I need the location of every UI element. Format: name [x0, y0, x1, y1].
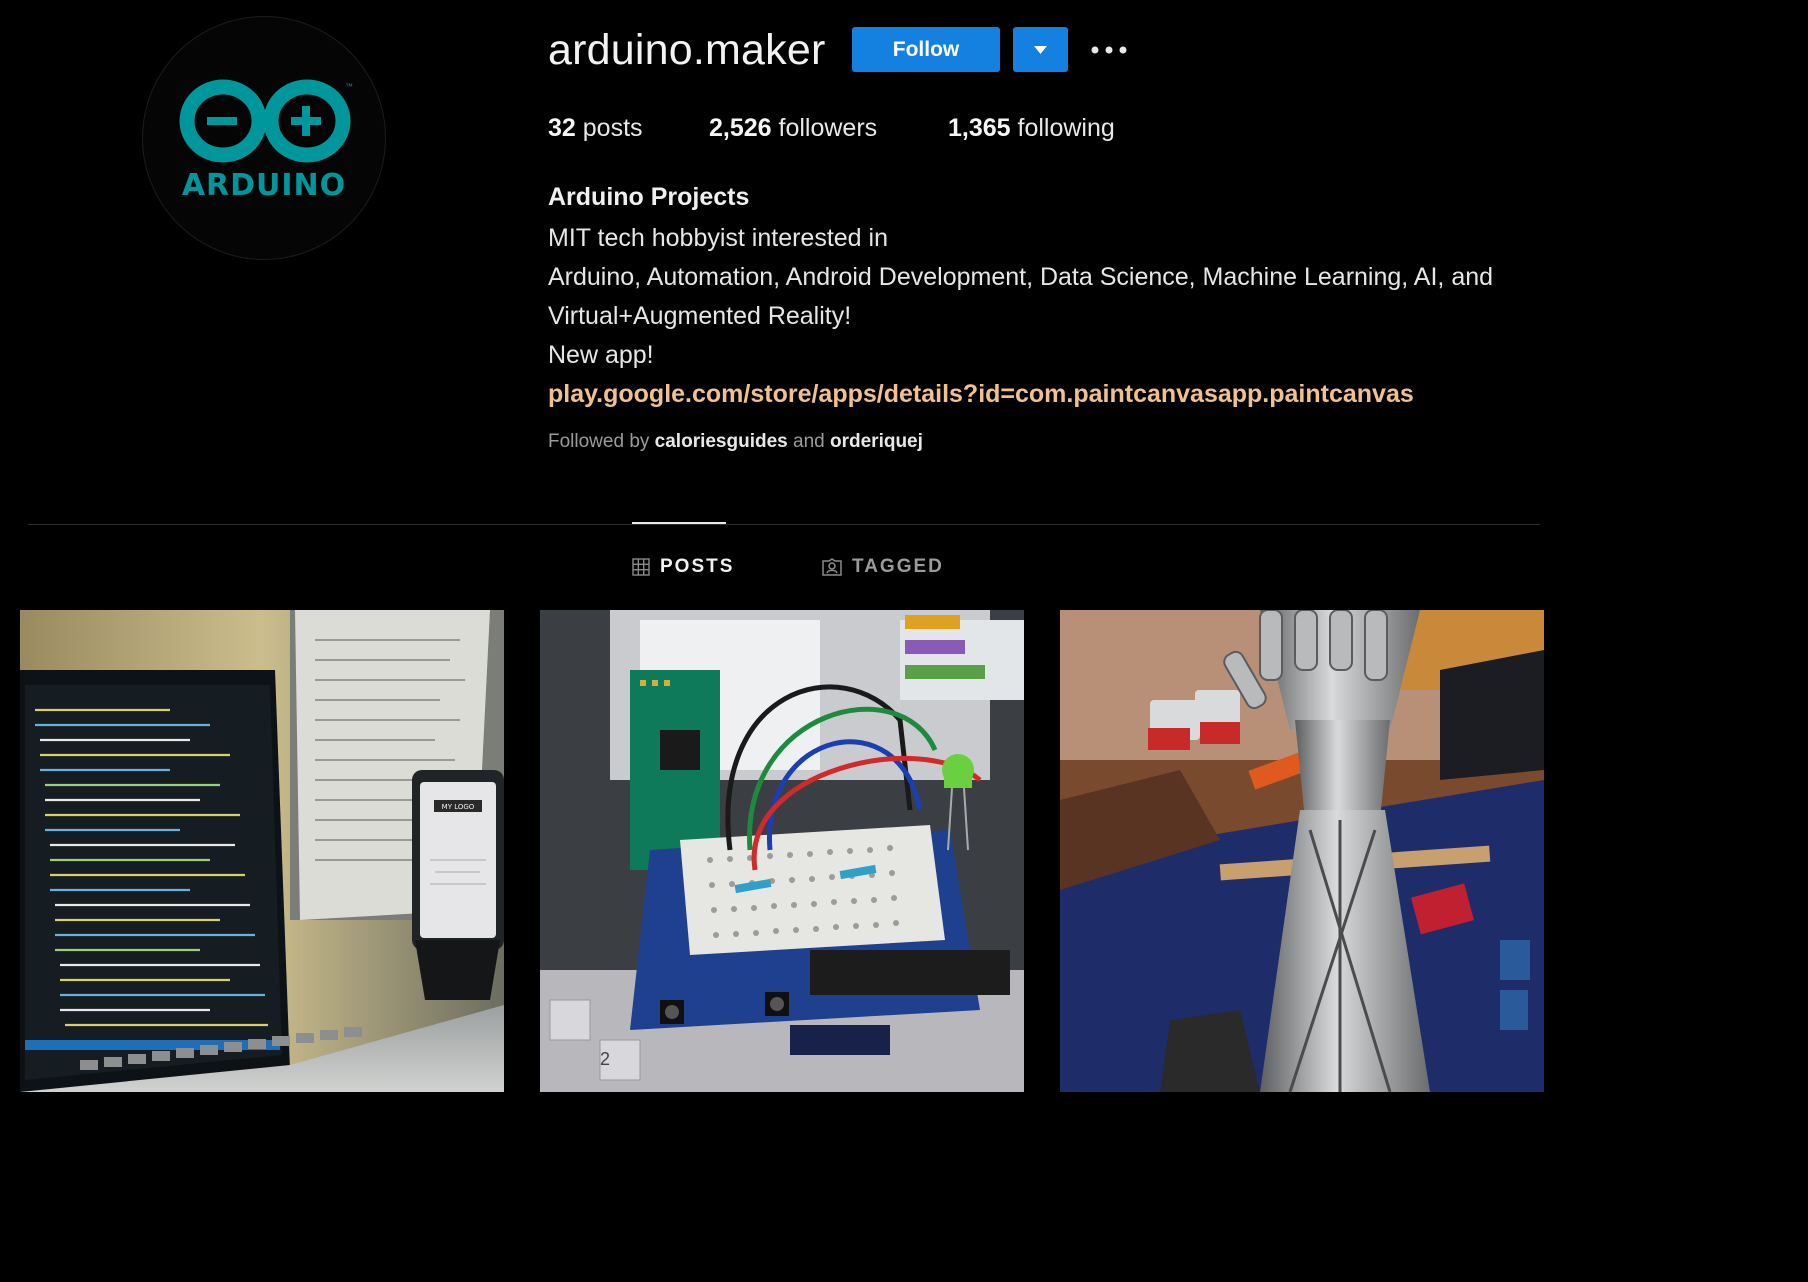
followed-by-text: Followed by caloriesguides and orderique…	[548, 431, 923, 453]
svg-text:2: 2	[600, 1049, 610, 1069]
followers-stat[interactable]: 2,526 followers	[709, 114, 877, 143]
following-stat[interactable]: 1,365 following	[948, 114, 1115, 143]
bio-line: Arduino, Automation, Android Development…	[548, 263, 1494, 291]
more-options-button[interactable]	[1088, 30, 1130, 70]
avatar-logo-text: ARDUINO	[182, 168, 346, 203]
mutual-follower-link[interactable]: caloriesguides	[655, 431, 788, 452]
post-image-circuit: 2	[540, 610, 1024, 1092]
follow-button[interactable]: Follow	[852, 27, 1000, 72]
bio-line: MIT tech hobbyist interested in	[548, 224, 888, 252]
tagged-icon	[822, 558, 842, 576]
suggestions-dropdown-button[interactable]	[1013, 27, 1068, 72]
followed-by-joiner: and	[793, 431, 825, 452]
followers-label: followers	[778, 114, 878, 142]
posts-label: posts	[582, 114, 643, 142]
following-count: 1,365	[948, 114, 1011, 142]
bio-line: Virtual+Augmented Reality!	[548, 302, 852, 330]
tab-tagged[interactable]: TAGGED	[822, 556, 944, 578]
tab-tagged-label: TAGGED	[852, 556, 944, 577]
bio-external-link[interactable]: play.google.com/store/apps/details?id=co…	[548, 375, 1558, 414]
active-tab-indicator	[632, 522, 726, 524]
profile-bio: Arduino Projects MIT tech hobbyist inter…	[548, 180, 1558, 414]
tab-posts-label: POSTS	[660, 556, 735, 577]
tabs-divider	[28, 524, 1540, 525]
followers-count: 2,526	[709, 114, 772, 142]
posts-stat: 32 posts	[548, 114, 643, 143]
posts-count: 32	[548, 114, 576, 142]
profile-username: arduino.maker	[548, 26, 826, 74]
mutual-follower-link[interactable]: orderiquej	[830, 431, 923, 452]
avatar[interactable]: ™ ARDUINO	[142, 16, 386, 260]
following-label: following	[1017, 114, 1115, 142]
bio-name: Arduino Projects	[548, 183, 750, 211]
followed-by-prefix: Followed by	[548, 431, 650, 452]
post-thumbnail[interactable]: MY LOGO	[20, 610, 504, 1092]
caret-down-icon	[1034, 46, 1047, 54]
tab-posts[interactable]: POSTS	[632, 556, 734, 578]
post-image-laptop: MY LOGO	[20, 610, 504, 1092]
grid-icon	[632, 558, 650, 576]
post-image-robot-arm	[1060, 610, 1544, 1092]
post-thumbnail[interactable]	[1060, 610, 1544, 1092]
phone-screen-text: MY LOGO	[442, 803, 475, 811]
post-thumbnail[interactable]: 2	[540, 610, 1024, 1092]
arduino-logo-icon: ™ ARDUINO	[179, 79, 353, 203]
ellipsis-icon	[1091, 46, 1127, 54]
svg-text:™: ™	[345, 82, 353, 91]
bio-line: New app!	[548, 341, 654, 369]
